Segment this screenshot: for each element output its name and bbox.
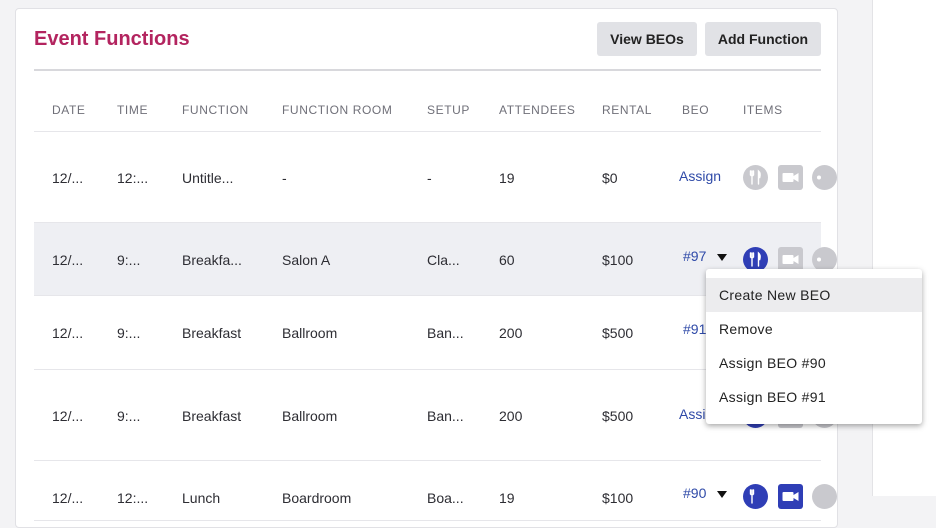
cell-function: Breakfa... [182, 252, 242, 268]
cell-function-room: Boardroom [282, 490, 352, 506]
cell-attendees: 19 [499, 170, 515, 186]
table-row[interactable]: 12/... 9:... Breakfa... Salon A Cla... 6… [34, 223, 837, 296]
functions-table: DATE TIME FUNCTION FUNCTION ROOM SETUP A… [34, 71, 837, 521]
event-functions-card: Event Functions View BEOs Add Function D… [15, 8, 838, 528]
add-function-button[interactable]: Add Function [705, 22, 821, 56]
cell-rental: $100 [602, 490, 634, 506]
beo-dropdown-caret[interactable] [717, 491, 727, 498]
table-row[interactable]: 12/... 12:... Lunch Boardroom Boa... 19 … [34, 461, 837, 521]
cell-date: 12/... [52, 252, 84, 268]
cell-date: 12/... [52, 170, 84, 186]
beo-number-link[interactable]: #90 [683, 485, 706, 501]
cell-date: 12/... [52, 408, 84, 424]
cell-setup: Cla... [427, 252, 460, 268]
beo-dropdown-menu: Create New BEO Remove Assign BEO #90 Ass… [706, 269, 922, 424]
menu-item-assign-beo-90[interactable]: Assign BEO #90 [706, 346, 922, 380]
cell-rental: $0 [602, 170, 618, 186]
column-header-rental[interactable]: RENTAL [602, 103, 652, 117]
cell-rental: $500 [602, 408, 634, 424]
column-header-function-room[interactable]: FUNCTION ROOM [282, 103, 392, 117]
column-header-function[interactable]: FUNCTION [182, 103, 249, 117]
cell-setup: Ban... [427, 408, 464, 424]
cell-attendees: 200 [499, 325, 523, 341]
fork-knife-icon[interactable] [743, 165, 768, 190]
cell-time: 12:... [117, 490, 149, 506]
cell-time: 9:... [117, 325, 141, 341]
cell-setup: Ban... [427, 325, 464, 341]
cell-function: Lunch [182, 490, 221, 506]
cell-setup: - [427, 170, 432, 186]
cell-function-room: Ballroom [282, 325, 338, 341]
beo-dropdown-caret[interactable] [717, 254, 727, 261]
cell-time: 9:... [117, 408, 141, 424]
beo-number-link[interactable]: #97 [683, 248, 706, 264]
menu-item-assign-beo-91[interactable]: Assign BEO #91 [706, 380, 922, 414]
menu-item-remove[interactable]: Remove [706, 312, 922, 346]
cell-function-room: - [282, 170, 287, 186]
menu-item-create-new-beo[interactable]: Create New BEO [706, 278, 922, 312]
cell-attendees: 60 [499, 252, 515, 268]
table-row[interactable]: 12/... 9:... Breakfast Ballroom Ban... 2… [34, 370, 837, 461]
column-header-setup[interactable]: SETUP [427, 103, 470, 117]
cell-function: Breakfast [182, 408, 242, 424]
cell-function: Untitle... [182, 170, 234, 186]
cell-function: Breakfast [182, 325, 242, 341]
cell-rental: $100 [602, 252, 634, 268]
column-header-attendees[interactable]: ATTENDEES [499, 103, 576, 117]
video-camera-icon[interactable] [778, 484, 803, 509]
cell-attendees: 200 [499, 408, 523, 424]
table-row[interactable]: 12/... 12:... Untitle... - - 19 $0 Assig… [34, 132, 837, 223]
more-icon[interactable] [812, 165, 837, 190]
view-beos-button[interactable]: View BEOs [597, 22, 697, 56]
fork-knife-icon[interactable] [743, 484, 768, 509]
beo-number-link[interactable]: #91 [683, 321, 706, 337]
table-row[interactable]: 12/... 9:... Breakfast Ballroom Ban... 2… [34, 296, 821, 370]
cell-setup: Boa... [427, 490, 464, 506]
cell-time: 12:... [117, 170, 149, 186]
cell-attendees: 19 [499, 490, 515, 506]
card-title: Event Functions [34, 28, 190, 50]
column-header-beo[interactable]: BEO [682, 103, 709, 117]
beo-assign-link[interactable]: Assign [679, 168, 721, 184]
table-header: DATE TIME FUNCTION FUNCTION ROOM SETUP A… [34, 71, 821, 132]
cell-date: 12/... [52, 490, 84, 506]
more-icon[interactable] [812, 484, 837, 509]
cell-date: 12/... [52, 325, 84, 341]
cell-function-room: Salon A [282, 252, 331, 268]
cell-function-room: Ballroom [282, 408, 338, 424]
column-header-time[interactable]: TIME [117, 103, 148, 117]
cell-time: 9:... [117, 252, 141, 268]
video-camera-icon[interactable] [778, 165, 803, 190]
column-header-date[interactable]: DATE [52, 103, 86, 117]
column-header-items[interactable]: ITEMS [743, 103, 783, 117]
cell-rental: $500 [602, 325, 634, 341]
